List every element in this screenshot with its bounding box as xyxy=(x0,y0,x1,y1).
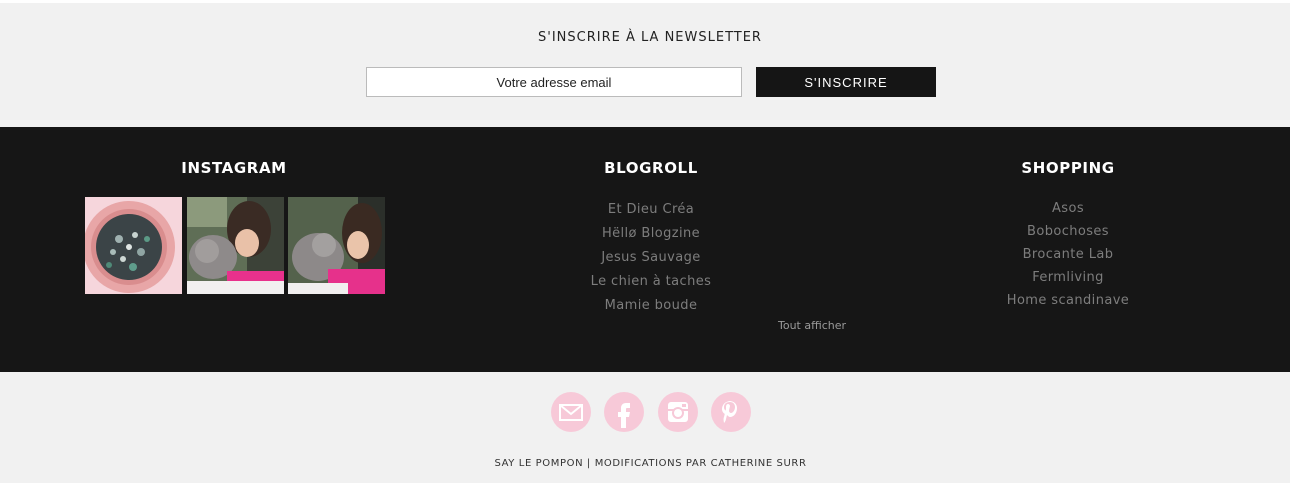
blogroll-link[interactable]: Hëllø Blogzine xyxy=(501,225,801,249)
blogroll-list: Et Dieu Créa Hëllø Blogzine Jesus Sauvag… xyxy=(501,201,801,321)
shopping-title: SHOPPING xyxy=(1021,159,1115,177)
credits: SAY LE POMPON | MODIFICATIONS PAR CATHER… xyxy=(0,458,1290,469)
shopping-link[interactable]: Bobochoses xyxy=(918,223,1218,246)
blogroll-link[interactable]: Le chien à taches xyxy=(501,273,801,297)
modifications-credit: MODIFICATIONS PAR CATHERINE SURR xyxy=(594,458,807,469)
instagram-photo[interactable] xyxy=(187,197,284,294)
shopping-link[interactable]: Asos xyxy=(918,200,1218,223)
instagram-grid xyxy=(85,197,385,294)
blogroll-link[interactable]: Mamie boude xyxy=(501,297,801,321)
newsletter-section: S'INSCRIRE À LA NEWSLETTER S'INSCRIRE xyxy=(0,3,1290,127)
mail-icon[interactable] xyxy=(551,392,591,432)
pinterest-icon[interactable] xyxy=(711,392,751,432)
show-all-link[interactable]: Tout afficher xyxy=(778,319,846,332)
subscribe-button[interactable]: S'INSCRIRE xyxy=(756,67,936,97)
newsletter-title: S'INSCRIRE À LA NEWSLETTER xyxy=(538,30,762,45)
footer-widgets: INSTAGRAM BLOGROLL Et Dieu Créa Hëllø Bl… xyxy=(0,127,1290,372)
email-input[interactable] xyxy=(366,67,742,97)
instagram-photo[interactable] xyxy=(288,197,385,294)
shopping-link[interactable]: Brocante Lab xyxy=(918,246,1218,269)
blogroll-link[interactable]: Et Dieu Créa xyxy=(501,201,801,225)
facebook-icon[interactable] xyxy=(604,392,644,432)
instagram-icon[interactable] xyxy=(658,392,698,432)
shopping-link[interactable]: Fermliving xyxy=(918,269,1218,292)
blogroll-title: BLOGROLL xyxy=(604,159,698,177)
site-name-link[interactable]: SAY LE POMPON xyxy=(494,458,583,469)
shopping-list: Asos Bobochoses Brocante Lab Fermliving … xyxy=(918,200,1218,315)
credits-separator: | xyxy=(583,458,595,469)
shopping-link[interactable]: Home scandinave xyxy=(918,292,1218,315)
instagram-title: INSTAGRAM xyxy=(181,159,287,177)
blogroll-link[interactable]: Jesus Sauvage xyxy=(501,249,801,273)
footer-bottom: SAY LE POMPON | MODIFICATIONS PAR CATHER… xyxy=(0,372,1290,483)
instagram-photo[interactable] xyxy=(85,197,182,294)
